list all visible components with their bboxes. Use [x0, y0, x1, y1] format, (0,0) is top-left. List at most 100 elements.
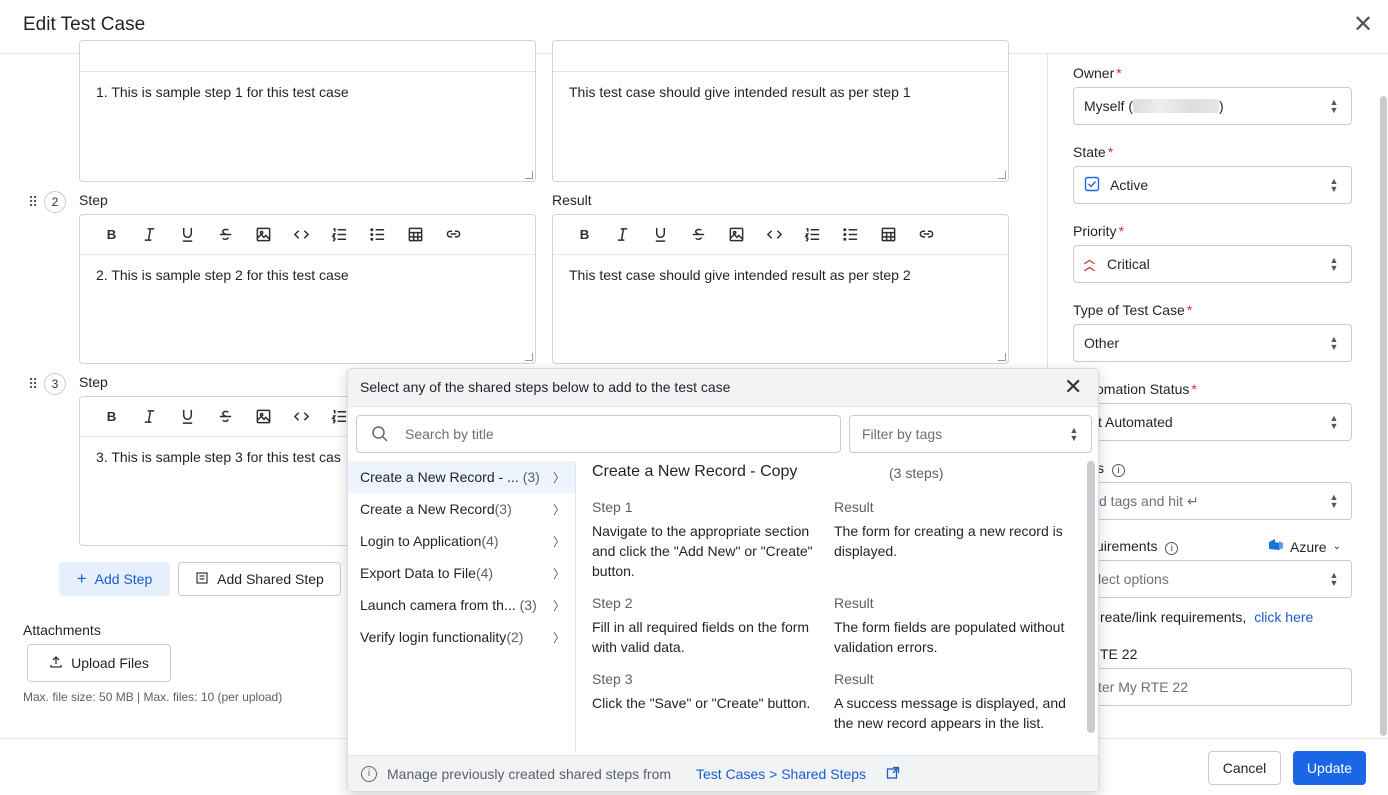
result-label: Result [552, 192, 592, 208]
strikethrough-icon[interactable] [679, 215, 717, 255]
updown-icon: ▲ ▼ [1329, 255, 1339, 273]
detail-scrollbar[interactable] [1087, 461, 1095, 733]
drag-handle-icon[interactable]: ⠿ [28, 377, 38, 391]
result-2-text: This test case should give intended resu… [569, 267, 911, 283]
list-item[interactable]: Login to Application (4) 〉 [348, 525, 575, 557]
list-item[interactable]: Create a New Record (3) 〉 [348, 493, 575, 525]
step-label: Step [79, 192, 108, 208]
click-here-link[interactable]: click here [1254, 609, 1313, 625]
upload-hint: Max. file size: 50 MB | Max. files: 10 (… [23, 690, 283, 704]
update-button[interactable]: Update [1293, 751, 1366, 785]
close-icon[interactable]: ✕ [1350, 12, 1376, 38]
rte-input[interactable]: ter My RTE 22 [1073, 668, 1352, 706]
popup-footer: i Manage previously created shared steps… [348, 755, 1098, 791]
info-icon: i [1165, 542, 1179, 555]
state-select[interactable]: Active ▲ ▼ [1073, 166, 1352, 204]
shared-step-detail: Create a New Record - Copy (3 steps) Ste… [592, 463, 1066, 731]
svg-text:B: B [579, 227, 589, 242]
shared-steps-link[interactable]: Test Cases > Shared Steps [696, 766, 866, 782]
external-link-icon[interactable] [886, 766, 900, 783]
add-shared-step-button[interactable]: Add Shared Step [178, 562, 341, 596]
shared-step-icon [195, 571, 209, 588]
priority-select[interactable]: ︿ ︿ Critical ▲ ▼ [1073, 245, 1352, 283]
strikethrough-icon[interactable] [206, 397, 244, 437]
step-number: 2 [44, 191, 66, 213]
link-icon[interactable] [907, 215, 945, 255]
svg-text:B: B [106, 409, 116, 424]
step-label: Step [79, 374, 108, 390]
attachments-label: Attachments [23, 622, 101, 638]
redacted-name [1133, 99, 1219, 113]
step-2-editor[interactable]: B 2. This is sample step 2 for this test… [79, 214, 536, 364]
list-item[interactable]: Export Data to File (4) 〉 [348, 557, 575, 589]
strikethrough-icon[interactable] [206, 215, 244, 255]
list-item[interactable]: Verify login functionality (2) 〉 [348, 621, 575, 653]
editor-toolbar: B [80, 215, 535, 255]
upload-files-button[interactable]: Upload Files [27, 644, 171, 682]
upload-icon [49, 655, 63, 672]
image-icon[interactable] [244, 215, 282, 255]
chevron-down-icon: ⌄ [1332, 541, 1341, 552]
chevron-right-icon: 〉 [552, 535, 565, 549]
italic-icon[interactable] [130, 397, 168, 437]
owner-select[interactable]: Myself () ▲ ▼ [1073, 87, 1352, 125]
bold-icon[interactable]: B [92, 397, 130, 437]
ordered-list-icon[interactable] [320, 215, 358, 255]
priority-label: Priority * [1073, 223, 1125, 239]
list-item[interactable]: Launch camera from th... (3) 〉 [348, 589, 575, 621]
step-1-editor[interactable]: 1. This is sample step 1 for this test c… [79, 40, 536, 182]
tags-input[interactable]: d tags and hit ↵ ▲ ▼ [1073, 482, 1352, 520]
underline-icon[interactable] [641, 215, 679, 255]
code-icon[interactable] [282, 397, 320, 437]
shared-steps-popup: Select any of the shared steps below to … [347, 368, 1099, 792]
list-item[interactable]: Create a New Record - ... (3) 〉 [348, 461, 575, 493]
bullet-list-icon[interactable] [831, 215, 869, 255]
panel-scrollbar[interactable] [1380, 96, 1387, 736]
italic-icon[interactable] [130, 215, 168, 255]
drag-handle-icon[interactable]: ⠿ [28, 195, 38, 209]
critical-priority-icon: ︿ ︿ [1084, 254, 1095, 273]
tags-label: s i [1097, 460, 1125, 477]
info-icon: i [361, 766, 377, 782]
azure-source-dropdown[interactable]: Azure ⌄ [1268, 538, 1341, 555]
owner-label: Owner * [1073, 65, 1122, 81]
code-icon[interactable] [755, 215, 793, 255]
search-input[interactable]: Search by title [356, 415, 841, 453]
requirements-select[interactable]: lect options ▲ ▼ [1073, 560, 1352, 598]
svg-text:B: B [106, 227, 116, 242]
image-icon[interactable] [717, 215, 755, 255]
italic-icon[interactable] [603, 215, 641, 255]
result-1-editor[interactable]: This test case should give intended resu… [552, 40, 1009, 182]
link-icon[interactable] [434, 215, 472, 255]
ordered-list-icon[interactable] [793, 215, 831, 255]
result-2-editor[interactable]: B This test case should give intended re… [552, 214, 1009, 364]
link-requirements-text: reate/link requirements, click here [1100, 609, 1314, 625]
type-select[interactable]: Other ▲ ▼ [1073, 324, 1352, 362]
filter-tags-select[interactable]: Filter by tags ▲ ▼ [849, 415, 1092, 453]
chevron-right-icon: 〉 [552, 631, 565, 645]
step-1-text: 1. This is sample step 1 for this test c… [96, 84, 349, 100]
close-icon[interactable]: ✕ [1064, 376, 1082, 398]
type-label: Type of Test Case * [1073, 302, 1193, 318]
search-icon [371, 425, 389, 446]
bullet-list-icon[interactable] [358, 215, 396, 255]
bold-icon[interactable]: B [565, 215, 603, 255]
underline-icon[interactable] [168, 397, 206, 437]
table-icon[interactable] [869, 215, 907, 255]
underline-icon[interactable] [168, 215, 206, 255]
automation-select[interactable]: t Automated ▲ ▼ [1073, 403, 1352, 441]
popup-title: Select any of the shared steps below to … [360, 379, 731, 395]
code-icon[interactable] [282, 215, 320, 255]
add-step-button[interactable]: + Add Step [59, 562, 170, 596]
updown-icon: ▲ ▼ [1329, 334, 1339, 352]
updown-icon: ▲ ▼ [1329, 492, 1339, 510]
step-number: 3 [44, 373, 66, 395]
cancel-button[interactable]: Cancel [1208, 751, 1281, 785]
shared-steps-list: Create a New Record - ... (3) 〉 Create a N… [348, 461, 576, 753]
bold-icon[interactable]: B [92, 215, 130, 255]
checkbox-icon [1084, 176, 1100, 195]
chevron-right-icon: 〉 [552, 599, 565, 613]
chevron-right-icon: 〉 [552, 567, 565, 581]
table-icon[interactable] [396, 215, 434, 255]
image-icon[interactable] [244, 397, 282, 437]
